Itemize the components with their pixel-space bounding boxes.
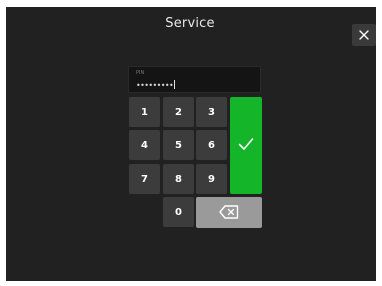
key-7[interactable]: 7 [129,164,160,194]
backspace-icon [219,205,239,219]
key-6[interactable]: 6 [196,130,227,160]
key-3[interactable]: 3 [196,97,227,127]
close-button[interactable] [352,24,376,46]
key-5[interactable]: 5 [163,130,194,160]
pin-value: ••••••••• [136,81,174,90]
checkmark-icon [238,138,254,150]
key-9[interactable]: 9 [196,164,227,194]
key-8[interactable]: 8 [163,164,194,194]
key-4[interactable]: 4 [129,130,160,160]
text-caret [174,80,176,89]
key-2[interactable]: 2 [163,97,194,127]
dialog-title: Service [165,16,215,31]
confirm-button[interactable] [230,97,262,194]
key-1[interactable]: 1 [129,97,160,127]
backspace-button[interactable] [196,197,262,228]
key-0[interactable]: 0 [163,197,194,227]
pin-input[interactable]: PIN ••••••••• [128,66,261,93]
pin-label: PIN [136,70,145,76]
close-icon [359,30,369,40]
